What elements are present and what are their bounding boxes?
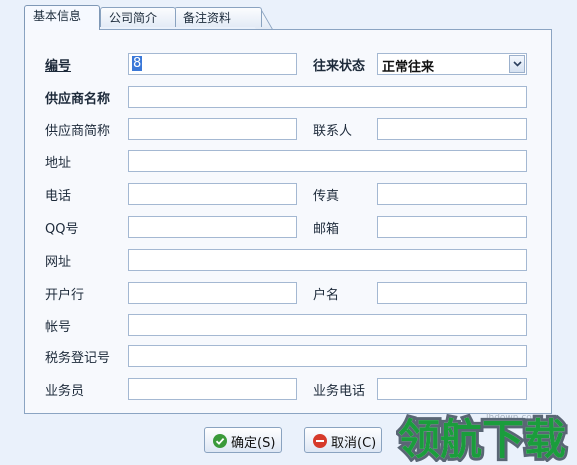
tab-basic-info[interactable]: 基本信息 [24,5,100,30]
supplier-short-label: 供应商简称 [45,124,111,139]
tab-remarks[interactable]: 备注资料 [174,7,262,27]
bank-label: 开户行 [45,288,85,303]
status-value: 正常往来 [382,60,435,75]
contact-input[interactable] [377,118,527,140]
tax-reg-input[interactable] [128,345,527,367]
website-input[interactable] [128,249,527,271]
supplier-name-label: 供应商名称 [45,92,111,107]
cancel-button-label: 取消(C) [331,436,377,451]
phone-label: 电话 [45,189,72,204]
address-input[interactable] [128,150,527,172]
business-phone-input[interactable] [377,378,527,400]
ok-button[interactable]: 确定(S) [204,427,282,453]
status-select[interactable]: 正常往来 [377,53,527,75]
chevron-down-icon[interactable] [509,55,525,73]
account-name-label: 户名 [313,288,340,303]
watermark-logo: 领航下载 领航下载 [396,412,569,462]
qq-input[interactable] [128,216,297,238]
code-label: 编号 [45,59,72,74]
checkmark-icon [213,434,227,448]
supplier-name-input[interactable] [128,86,527,108]
status-label: 往来状态 [313,59,366,74]
email-label: 邮箱 [313,222,340,237]
qq-label: QQ号 [45,222,79,237]
email-input[interactable] [377,216,527,238]
code-input[interactable]: 8 [128,53,297,75]
website-label: 网址 [45,255,72,270]
business-phone-label: 业务电话 [313,384,366,399]
fax-input[interactable] [377,183,527,205]
ok-button-label: 确定(S) [231,436,276,451]
contact-label: 联系人 [313,124,353,139]
phone-input[interactable] [128,183,297,205]
watermark-logo-text-fill: 领航下载 [398,415,566,462]
tax-reg-label: 税务登记号 [45,351,111,366]
salesman-label: 业务员 [45,384,85,399]
account-no-input[interactable] [128,314,527,336]
fax-label: 传真 [313,189,340,204]
no-entry-icon [313,434,327,448]
account-no-label: 帐号 [45,320,72,335]
account-name-input[interactable] [377,282,527,304]
bank-input[interactable] [128,282,297,304]
code-value: 8 [132,56,143,71]
salesman-input[interactable] [128,378,297,400]
address-label: 地址 [45,156,72,171]
cancel-button[interactable]: 取消(C) [304,427,382,453]
tab-company-profile[interactable]: 公司简介 [100,7,176,27]
supplier-short-input[interactable] [128,118,297,140]
